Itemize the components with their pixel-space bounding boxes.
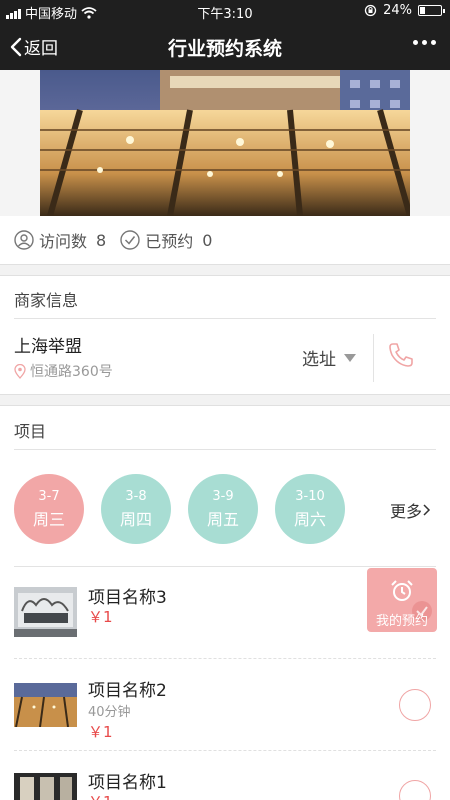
date-label: 3-10 — [295, 489, 325, 504]
date-option[interactable]: 3-10 周六 — [275, 474, 345, 544]
address-text: 恒通路360号 — [30, 364, 113, 380]
divider — [14, 449, 436, 450]
booked-label: 已预约 — [145, 232, 194, 251]
divider — [14, 566, 436, 567]
dashed-divider — [14, 750, 436, 751]
phone-icon — [389, 343, 413, 367]
date-option[interactable]: 3-9 周五 — [188, 474, 258, 544]
battery-icon — [418, 5, 445, 16]
weekday-label: 周六 — [293, 510, 326, 529]
project-name: 项目名称2 — [88, 681, 167, 701]
page-title: 行业预约系统 — [167, 38, 282, 60]
project-price: ￥1 — [88, 723, 113, 741]
section-divider — [0, 394, 450, 406]
vertical-divider — [373, 334, 374, 382]
project-name: 项目名称3 — [88, 588, 167, 608]
section-divider — [0, 264, 450, 276]
nav-bar: 返回 行业预约系统 — [0, 22, 450, 70]
weekday-label: 周四 — [119, 510, 152, 529]
project-duration: 40分钟 — [88, 705, 131, 720]
more-menu-button[interactable] — [413, 40, 436, 45]
project-price: ￥1 — [88, 791, 113, 800]
merchant-section-title: 商家信息 — [14, 291, 79, 310]
project-price: ￥1 — [88, 608, 113, 626]
project-thumbnail — [14, 683, 77, 727]
more-label: 更多 — [390, 502, 423, 521]
my-booking-label: 我的预约 — [375, 614, 428, 629]
dashed-divider — [14, 658, 436, 659]
visits-value: 8 — [96, 230, 107, 250]
date-label: 3-8 — [125, 489, 147, 504]
date-label: 3-7 — [38, 489, 60, 504]
my-booking-button[interactable]: 我的预约 — [367, 568, 437, 632]
select-address-dropdown[interactable]: 选址 — [302, 345, 356, 370]
phone-call-button[interactable] — [386, 340, 416, 374]
battery-percent: 24% — [383, 3, 412, 18]
booked-stat: 已预约 0 — [120, 228, 212, 252]
more-dates-link[interactable]: 更多 — [390, 498, 431, 522]
location-pin-icon — [14, 363, 26, 379]
select-radio[interactable] — [399, 780, 431, 800]
booked-value: 0 — [202, 230, 213, 250]
merchant-name: 上海举盟 — [14, 337, 82, 357]
visits-label: 访问数 — [39, 232, 88, 251]
user-icon — [14, 230, 34, 250]
project-name: 项目名称1 — [88, 773, 167, 793]
hero-banner — [0, 70, 450, 216]
visits-stat: 访问数 8 — [14, 228, 106, 252]
orientation-lock-icon — [364, 4, 377, 17]
chevron-right-icon — [423, 504, 431, 516]
select-address-label: 选址 — [302, 350, 336, 370]
stats-row: 访问数 8 已预约 0 — [0, 216, 450, 264]
select-radio[interactable] — [399, 689, 431, 721]
project-section-title: 项目 — [14, 422, 47, 441]
weekday-label: 周五 — [206, 510, 239, 529]
project-thumbnail — [14, 587, 77, 637]
date-option-selected[interactable]: 3-7 周三 — [14, 474, 84, 544]
check-circle-icon — [120, 230, 140, 250]
divider — [14, 318, 436, 319]
battery-level — [420, 7, 425, 14]
status-right: 24% — [364, 3, 445, 18]
weekday-label: 周三 — [32, 510, 65, 529]
merchant-address: 恒通路360号 — [14, 361, 113, 381]
status-bar: 中国移动 下午3:10 24% — [0, 0, 450, 22]
project-thumbnail — [14, 773, 77, 800]
hotel-photo — [40, 70, 410, 216]
date-label: 3-9 — [212, 489, 234, 504]
caret-down-icon — [344, 353, 356, 362]
date-option[interactable]: 3-8 周四 — [101, 474, 171, 544]
